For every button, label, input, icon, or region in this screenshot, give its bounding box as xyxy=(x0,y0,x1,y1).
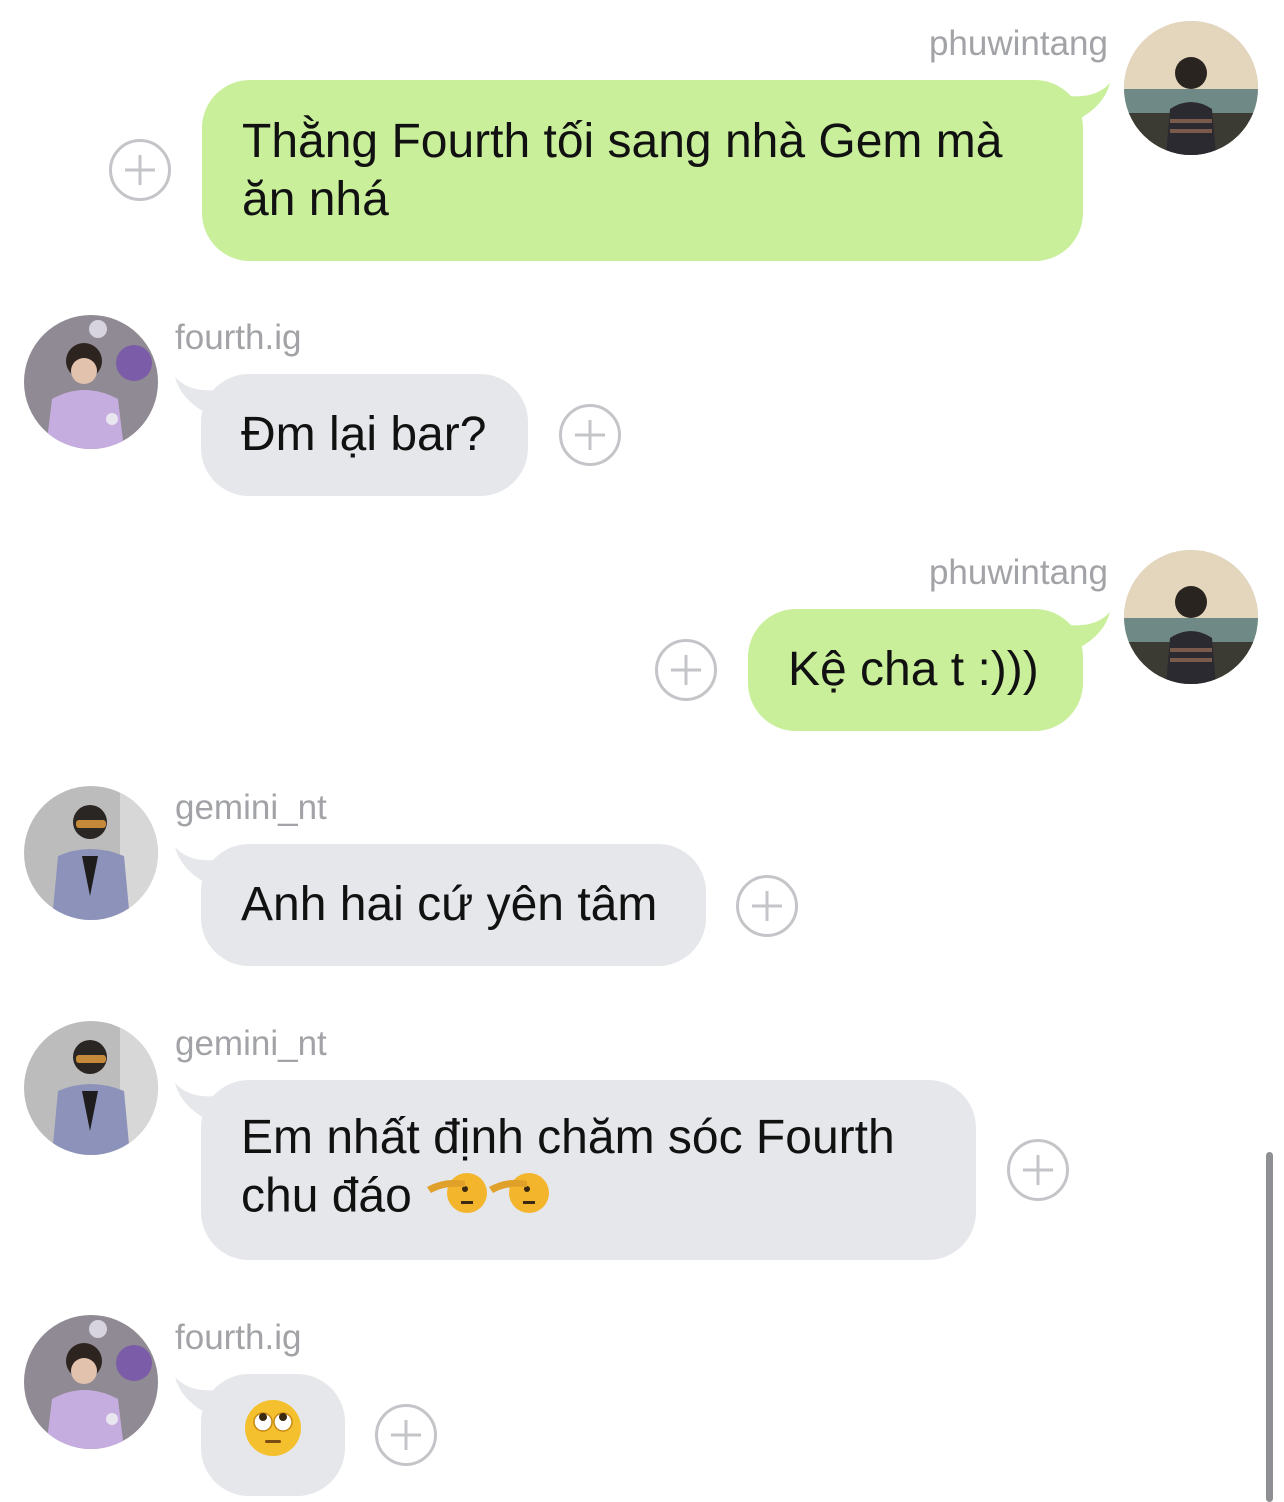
sender-name: gemini_nt xyxy=(175,788,327,827)
add-reaction-button[interactable] xyxy=(1007,1139,1069,1201)
add-reaction-button[interactable] xyxy=(736,875,798,937)
sender-name: fourth.ig xyxy=(175,318,302,357)
message-bubble[interactable]: Thằng Fourth tối sang nhà Gem mà ăn nhá xyxy=(202,80,1083,261)
message-bubble[interactable]: Em nhất định chăm sóc Fourth chu đáo xyxy=(201,1080,976,1260)
sender-name: gemini_nt xyxy=(175,1024,327,1063)
gemini-avatar[interactable] xyxy=(24,1021,158,1155)
add-reaction-button[interactable] xyxy=(375,1404,437,1466)
sender-name: phuwintang xyxy=(928,24,1108,63)
gemini-avatar[interactable] xyxy=(24,786,158,920)
saluting-face-icon xyxy=(487,1167,550,1231)
message-bubble[interactable] xyxy=(201,1374,345,1496)
message-text: Thằng Fourth tối sang nhà Gem mà ăn nhá xyxy=(242,114,1003,226)
fourth-avatar[interactable] xyxy=(24,1315,158,1449)
message-bubble[interactable]: Anh hai cứ yên tâm xyxy=(201,844,706,966)
message-bubble[interactable]: Kệ cha t :))) xyxy=(748,609,1083,731)
add-reaction-button[interactable] xyxy=(655,639,717,701)
sender-name: fourth.ig xyxy=(175,1318,302,1357)
message-text: Em nhất định chăm sóc Fourth chu đáo xyxy=(241,1109,895,1231)
add-reaction-button[interactable] xyxy=(109,139,171,201)
saluting-face-icon xyxy=(425,1167,488,1231)
message-text-content: Em nhất định chăm sóc Fourth chu đáo xyxy=(241,1111,895,1223)
fourth-avatar[interactable] xyxy=(24,315,158,449)
face-with-rolling-eyes-icon xyxy=(243,1398,303,1472)
message-text: Đm lại bar? xyxy=(241,408,487,461)
sender-name: phuwintang xyxy=(928,553,1108,592)
add-reaction-button[interactable] xyxy=(559,404,621,466)
message-text: Kệ cha t :))) xyxy=(788,643,1039,696)
phuwin-avatar[interactable] xyxy=(1124,21,1258,155)
message-bubble[interactable]: Đm lại bar? xyxy=(201,374,528,496)
phuwin-avatar[interactable] xyxy=(1124,550,1258,684)
scrollbar[interactable] xyxy=(1266,1152,1273,1502)
message-text: Anh hai cứ yên tâm xyxy=(241,878,658,931)
